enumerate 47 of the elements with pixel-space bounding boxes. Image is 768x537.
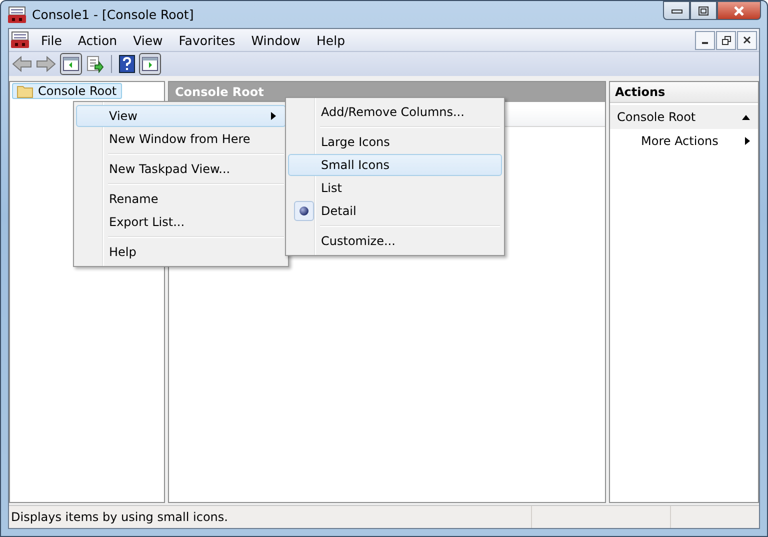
menu-item[interactable]: Large Icons xyxy=(288,131,502,153)
menu-item[interactable]: Detail xyxy=(288,200,502,222)
window-title: Console1 - [Console Root] xyxy=(32,7,194,22)
menu-item[interactable]: New Taskpad View... xyxy=(76,158,286,180)
maximize-button[interactable] xyxy=(690,1,717,20)
menu-item[interactable]: Small Icons xyxy=(288,154,502,176)
menu-item[interactable]: Customize... xyxy=(288,230,502,252)
back-arrow-icon[interactable] xyxy=(12,56,32,72)
status-text: Displays items by using small icons. xyxy=(9,506,532,528)
restore-icon xyxy=(722,36,730,44)
menu-item[interactable]: New Window from Here xyxy=(76,128,286,150)
minimize-icon xyxy=(670,6,682,14)
menu-item[interactable]: Export List... xyxy=(76,211,286,233)
menu-item[interactable]: Help xyxy=(76,241,286,263)
tree-item[interactable]: Console Root xyxy=(12,83,122,99)
close-icon xyxy=(732,6,746,16)
menu-item[interactable]: Action xyxy=(70,30,126,50)
menu-item[interactable]: Rename xyxy=(76,188,286,210)
menu-item[interactable]: Help xyxy=(308,30,354,50)
show-action-pane-button[interactable] xyxy=(139,53,161,75)
submenu-arrow-icon xyxy=(745,137,750,145)
menu-item[interactable]: Favorites xyxy=(170,30,244,50)
export-list-icon[interactable] xyxy=(86,55,104,73)
action-item[interactable]: More Actions xyxy=(610,129,758,153)
help-icon[interactable] xyxy=(119,55,135,73)
toolbox-icon xyxy=(8,6,26,24)
pane-title: Actions xyxy=(610,82,758,103)
menu-item[interactable]: View xyxy=(76,105,286,127)
close-button[interactable] xyxy=(737,30,757,50)
minimize-button[interactable] xyxy=(695,30,715,50)
minimize-button[interactable] xyxy=(663,1,690,20)
action-section-header[interactable]: Console Root xyxy=(610,105,758,129)
folder-icon xyxy=(17,84,33,98)
menu-item[interactable]: Add/Remove Columns... xyxy=(288,101,502,123)
close-button[interactable] xyxy=(717,1,761,20)
show-tree-button[interactable] xyxy=(60,53,82,75)
menu-item[interactable]: View xyxy=(125,30,171,50)
menu-item[interactable]: File xyxy=(33,30,70,50)
menu-item[interactable]: List xyxy=(288,177,502,199)
close-icon xyxy=(743,36,751,44)
toolbox-icon[interactable] xyxy=(11,31,29,49)
collapse-arrow-icon[interactable] xyxy=(742,114,750,120)
maximize-icon xyxy=(698,6,710,16)
restore-button[interactable] xyxy=(716,30,736,50)
forward-arrow-icon[interactable] xyxy=(36,56,56,72)
menu-item[interactable]: Window xyxy=(243,30,309,50)
submenu-arrow-icon xyxy=(271,112,276,120)
